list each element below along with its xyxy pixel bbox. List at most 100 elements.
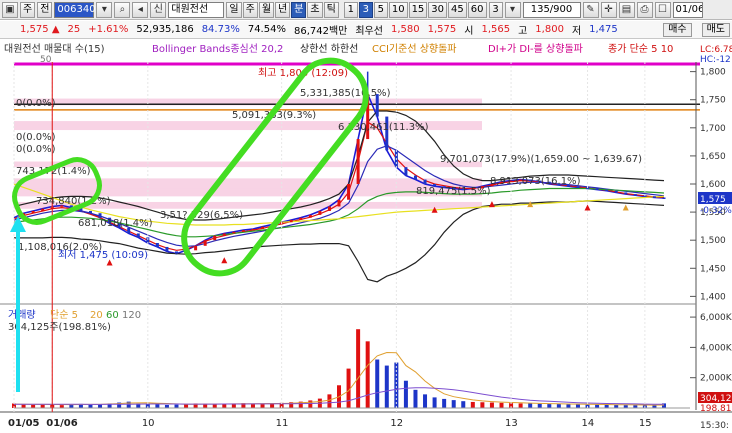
candle-22 <box>222 233 226 236</box>
toolbar: ▣ 주 전 006340 ▾ ⌕ ◂ 신 대원전선 일주월년분초틱 1 3 5 10 1… <box>0 0 732 20</box>
best-bid: 1,575 <box>427 24 457 35</box>
candle-3 <box>41 208 45 211</box>
interval-button-2[interactable]: 5 <box>373 1 388 18</box>
price-tick-label-7: 1,450 <box>700 264 726 274</box>
period-button-2[interactable]: 월 <box>258 1 275 18</box>
candle-62 <box>605 189 609 192</box>
window-icon[interactable]: ▣ <box>2 1 18 18</box>
quote-bar: 1,575 ▲ 25 +1.61% 52,935,186 84.73% 74.5… <box>0 21 732 39</box>
price-tag-pct: -0.32% <box>700 206 732 216</box>
price-tick-label-6: 1,500 <box>700 236 726 246</box>
print-icon[interactable]: ⎙ <box>636 1 653 18</box>
checkbox-icon[interactable]: ☐ <box>654 1 671 18</box>
candle-34 <box>337 199 341 207</box>
interval-select[interactable]: 3 <box>488 1 503 18</box>
type-select[interactable]: 주 <box>20 1 36 18</box>
x-tick-label-4: 12 <box>390 418 403 429</box>
period-button-5[interactable]: 초 <box>307 1 323 18</box>
stock-code-input[interactable]: 006340 <box>54 1 96 18</box>
low-label: 저 <box>571 26 582 37</box>
volume-bar-44 <box>432 397 437 408</box>
candle-64 <box>624 192 628 195</box>
high-price: 1,800 <box>535 24 564 35</box>
buy-button[interactable]: 매수 <box>663 22 692 37</box>
trade-amount: 86,742백만 <box>293 26 348 37</box>
candle-13 <box>136 233 140 238</box>
period-button-6[interactable]: 틱 <box>323 1 339 18</box>
credit-badge-icon[interactable]: 신 <box>150 1 167 18</box>
search-icon[interactable]: ⌕ <box>114 1 131 18</box>
annotation-a1: 5,331,385(10.5%) <box>300 88 391 99</box>
volume-bar-49 <box>480 402 485 408</box>
period-button-3[interactable]: 년 <box>275 1 291 18</box>
legend-upper-lower: 상한선 하한선 <box>300 42 358 55</box>
candle-33 <box>327 206 331 211</box>
candle-36 <box>356 139 360 184</box>
dropdown-chevron-icon[interactable]: ▾ <box>96 1 113 18</box>
volume-tag-pct: 198.81 <box>700 404 732 414</box>
volume-bar-47 <box>461 401 466 408</box>
change-percent: +1.61% <box>88 24 129 35</box>
x-tick-label-1: 01/06 <box>46 418 78 429</box>
candle-16 <box>165 246 169 252</box>
price-tick-label-2: 1,700 <box>700 124 726 134</box>
volume-bar-21 <box>212 404 217 408</box>
interval-button-6[interactable]: 45 <box>448 1 467 18</box>
period-button-1[interactable]: 주 <box>242 1 258 18</box>
legend-dmi: DI+가 DI-를 상향돌파 <box>488 43 583 55</box>
stock-chart[interactable]: 1,8001,7501,7001,6501,6001,5501,5001,450… <box>0 40 732 433</box>
legend-bollinger: Bollinger Bands종심선 20,2 <box>152 43 283 55</box>
volume-bar-43 <box>423 394 428 408</box>
dropdown-chevron-icon[interactable]: ▾ <box>504 1 521 18</box>
volume-tick-label-2: 2,000K <box>700 374 732 384</box>
annotation-a4: 9,701,073(17.9%)(1,659.00 ~ 1,639.67) <box>440 154 642 165</box>
prev-stock-icon[interactable]: ◂ <box>132 1 149 18</box>
time-corner: 15:30: <box>700 421 729 431</box>
price-tick-label-4: 1,600 <box>700 180 726 190</box>
annotation-a10: 681,018(1.4%) <box>78 218 153 229</box>
legend-main: 대원전선 매물대 수(15) <box>4 43 105 55</box>
x-tick-label-0: 01/05 <box>8 418 40 429</box>
save-icon[interactable]: ▤ <box>618 1 635 18</box>
volume-bar-26 <box>260 404 265 408</box>
candle-8 <box>88 210 92 214</box>
crosshair-icon[interactable]: ✛ <box>600 1 617 18</box>
period-button-4[interactable]: 분 <box>291 1 307 18</box>
volume-bar-36 <box>356 329 361 408</box>
market-select[interactable]: 전 <box>37 1 53 18</box>
candle-65 <box>633 194 637 196</box>
candle-2 <box>31 210 35 214</box>
period-button-0[interactable]: 일 <box>226 1 242 18</box>
volume-value: 304,125주(198.81%) <box>8 322 111 333</box>
volume-ma-5: 단순 5 <box>50 309 78 321</box>
date-input[interactable]: 01/06 <box>672 1 703 18</box>
candle-23 <box>232 231 236 234</box>
annotation-a5: 0(0.0%) <box>16 98 56 109</box>
sell-button[interactable]: 매도 <box>701 22 730 37</box>
period-buttons: 일주월년분초틱 <box>226 1 339 18</box>
vp-percent: 74.54% <box>247 24 286 35</box>
volume-bar-56 <box>547 404 552 408</box>
annotation-a9: 734,840(1.2%) <box>36 196 111 207</box>
x-tick-label-7: 15 <box>639 418 652 429</box>
price-tick-label-0: 1,800 <box>700 68 726 78</box>
interval-button-3[interactable]: 10 <box>388 1 408 18</box>
interval-button-4[interactable]: 15 <box>408 1 428 18</box>
annotation-a7: 0(0.0%) <box>16 144 56 155</box>
interval-button-7[interactable]: 60 <box>467 1 487 18</box>
candle-43 <box>423 179 427 184</box>
interval-button-1[interactable]: 3 <box>358 1 373 18</box>
interval-button-0[interactable]: 1 <box>343 1 358 18</box>
chart-tool-icon[interactable]: ✎ <box>582 1 599 18</box>
open-price: 1,565 <box>481 24 511 35</box>
volume-bar-22 <box>222 404 227 408</box>
annotation-a14: 8,913,073(16.1%) <box>490 176 581 187</box>
volume-ma-20: 20 <box>90 310 103 321</box>
volume-bar-51 <box>499 402 504 408</box>
candle-68 <box>662 197 666 199</box>
data-count-field[interactable]: 135/900 <box>522 1 581 18</box>
volume-bar-42 <box>413 389 418 408</box>
interval-button-5[interactable]: 30 <box>428 1 448 18</box>
volume-bar-58 <box>566 404 571 408</box>
current-price: 1,575 <box>20 24 49 35</box>
